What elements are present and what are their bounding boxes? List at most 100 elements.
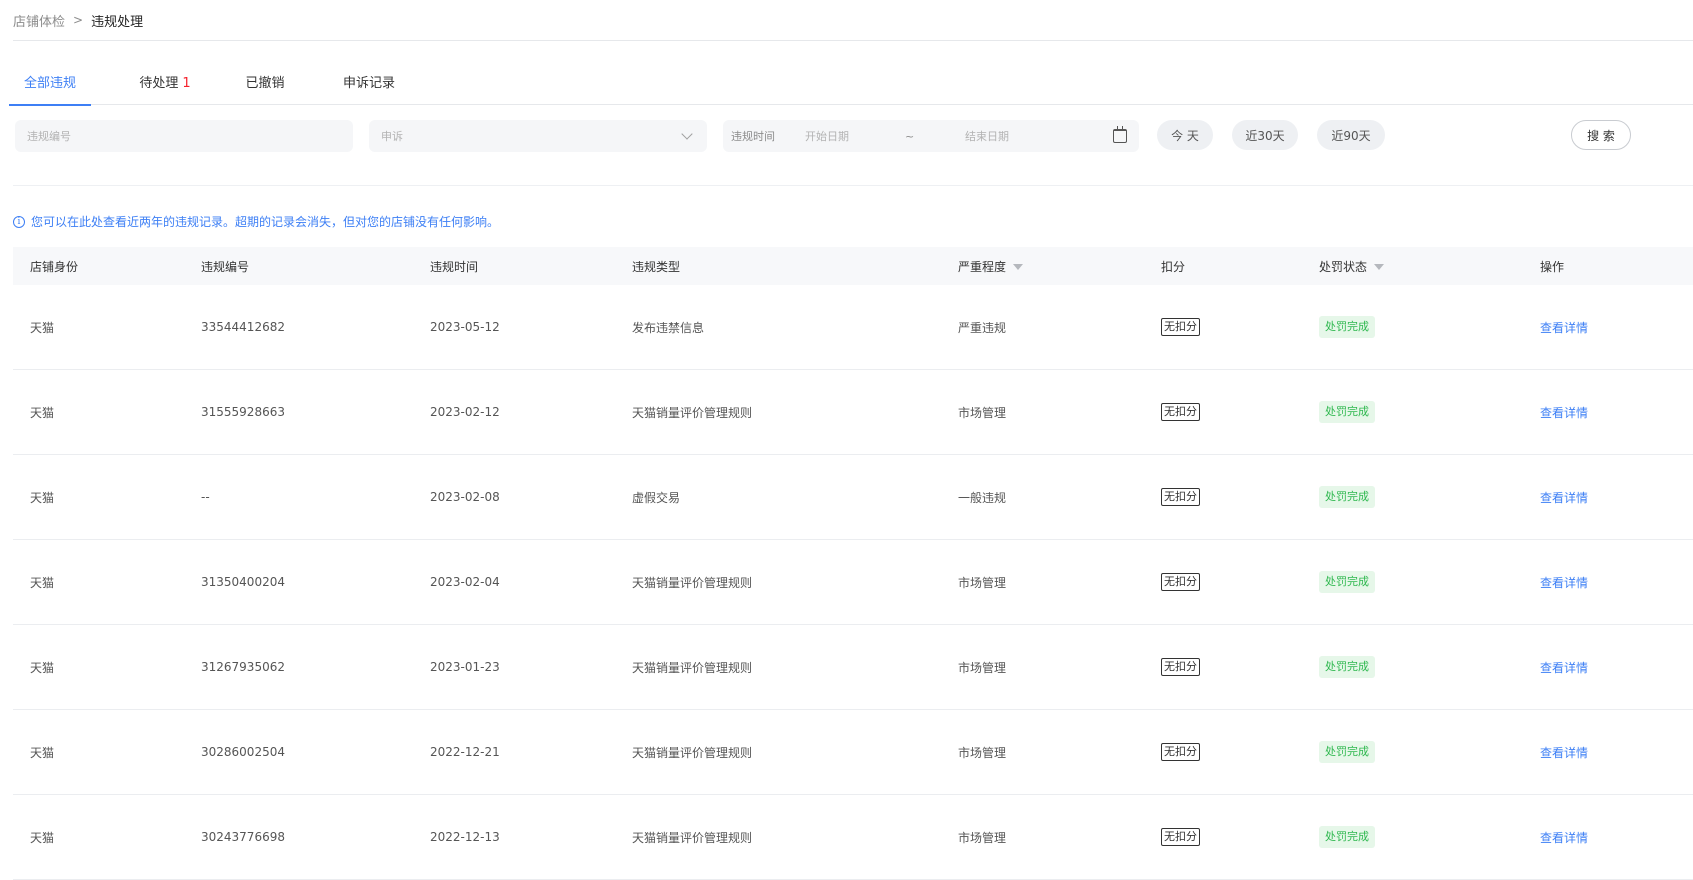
view-details-link[interactable]: 查看详情 [1540,489,1588,506]
tab-label: 待处理 [139,76,179,91]
breadcrumb: 店铺体检 > 违规处理 [13,0,1693,41]
deduct-badge: 无扣分 [1161,828,1200,846]
cell-number: 33544412682 [201,320,285,334]
date-range-separator: ~ [905,129,915,143]
column-header-type: 违规类型 [632,259,681,274]
view-details-link[interactable]: 查看详情 [1540,744,1588,761]
chevron-down-icon [681,127,693,140]
breadcrumb-parent[interactable]: 店铺体检 [13,11,65,30]
tab-label: 全部违规 [23,76,76,91]
date-range-picker[interactable]: 违规时间 开始日期 ~ 结束日期 [723,120,1139,152]
tab-label: 申诉记录 [342,76,395,91]
cell-type: 天猫销量评价管理规则 [632,660,753,675]
deduct-badge: 无扣分 [1161,403,1200,421]
cell-time: 2023-02-08 [430,490,500,504]
cell-deduct: 无扣分 [1161,370,1200,454]
tab-appeal-records[interactable]: 申诉记录 [342,65,396,104]
info-notice: i 您可以在此处查看近两年的违规记录。超期的记录会消失，但对您的店铺没有任何影响… [13,213,499,230]
filter-icon[interactable] [1374,264,1385,270]
cell-severity: 市场管理 [958,745,1007,760]
cell-status: 处罚完成 [1319,285,1375,369]
cell-action: 查看详情 [1540,625,1588,709]
table-header: 店铺身份 违规编号 违规时间 违规类型 严重程度 扣分 处罚状态 操作 [13,247,1693,285]
column-header-severity: 严重程度 [958,247,1024,285]
last-30-days-button[interactable]: 近30天 [1232,120,1298,150]
cell-time: 2023-05-12 [430,320,500,334]
status-badge: 处罚完成 [1319,316,1375,338]
cell-severity: 市场管理 [958,660,1007,675]
cell-time: 2023-02-04 [430,575,500,589]
today-button[interactable]: 今 天 [1157,120,1213,150]
cell-time: 2022-12-21 [430,745,500,759]
cell-severity: 市场管理 [958,405,1007,420]
view-details-link[interactable]: 查看详情 [1540,659,1588,676]
chevron-right-icon: > [73,13,84,27]
table-row: 天猫 31350400204 2023-02-04 天猫销量评价管理规则 市场管… [13,540,1693,625]
cell-type: 天猫销量评价管理规则 [632,830,753,845]
end-date-input[interactable]: 结束日期 [965,128,1075,144]
cell-action: 查看详情 [1540,370,1588,454]
date-range-label: 违规时间 [731,130,775,143]
severity-header-label: 严重程度 [958,259,1007,274]
cell-status: 处罚完成 [1319,540,1375,624]
tab-pending[interactable]: 待处理 1 [135,65,195,104]
cell-type: 虚假交易 [632,490,681,505]
cell-number: 30286002504 [201,745,285,759]
cell-status: 处罚完成 [1319,370,1375,454]
cell-number: 30243776698 [201,830,285,844]
cell-action: 查看详情 [1540,710,1588,794]
tab-revoked[interactable]: 已撤销 [245,65,285,104]
cell-severity: 一般违规 [958,490,1007,505]
column-header-deduct: 扣分 [1161,259,1186,274]
breadcrumb-current: 违规处理 [91,14,144,30]
table-row: 天猫 30243776698 2022-12-13 天猫销量评价管理规则 市场管… [13,795,1693,880]
calendar-icon[interactable] [1113,126,1127,143]
deduct-badge: 无扣分 [1161,658,1200,676]
deduct-badge: 无扣分 [1161,743,1200,761]
cell-deduct: 无扣分 [1161,710,1200,794]
status-badge: 处罚完成 [1319,571,1375,593]
violations-table: 店铺身份 违规编号 违规时间 违规类型 严重程度 扣分 处罚状态 操作 天猫 3… [13,247,1693,880]
filter-icon[interactable] [1013,264,1024,270]
deduct-badge: 无扣分 [1161,488,1200,506]
cell-identity: 天猫 [30,320,55,335]
view-details-link[interactable]: 查看详情 [1540,319,1588,336]
deduct-badge: 无扣分 [1161,573,1200,591]
cell-identity: 天猫 [30,405,55,420]
appeal-select-value: 申诉 [381,130,403,143]
cell-identity: 天猫 [30,490,55,505]
column-header-number: 违规编号 [201,259,250,274]
cell-status: 处罚完成 [1319,455,1375,539]
cell-action: 查看详情 [1540,540,1588,624]
cell-type: 发布违禁信息 [632,320,705,335]
view-details-link[interactable]: 查看详情 [1540,829,1588,846]
search-button[interactable]: 搜 索 [1571,120,1631,150]
view-details-link[interactable]: 查看详情 [1540,404,1588,421]
violation-number-input[interactable] [15,120,353,152]
cell-type: 天猫销量评价管理规则 [632,575,753,590]
tab-all-violations[interactable]: 全部违规 [9,65,91,106]
view-details-link[interactable]: 查看详情 [1540,574,1588,591]
cell-identity: 天猫 [30,745,55,760]
cell-identity: 天猫 [30,660,55,675]
cell-number: -- [201,490,210,504]
info-icon: i [13,215,25,228]
cell-deduct: 无扣分 [1161,455,1200,539]
cell-number: 31555928663 [201,405,285,419]
start-date-input[interactable]: 开始日期 [805,128,905,144]
cell-deduct: 无扣分 [1161,795,1200,879]
cell-action: 查看详情 [1540,285,1588,369]
appeal-select[interactable]: 申诉 [369,120,707,152]
tab-label: 已撤销 [245,76,285,91]
last-90-days-button[interactable]: 近90天 [1317,120,1385,150]
cell-action: 查看详情 [1540,795,1588,879]
cell-action: 查看详情 [1540,455,1588,539]
column-header-time: 违规时间 [430,259,479,274]
cell-type: 天猫销量评价管理规则 [632,405,753,420]
table-row: 天猫 31267935062 2023-01-23 天猫销量评价管理规则 市场管… [13,625,1693,710]
status-header-label: 处罚状态 [1319,259,1368,274]
status-badge: 处罚完成 [1319,486,1375,508]
filter-bar: 申诉 违规时间 开始日期 ~ 结束日期 今 天 近30天 近90天 搜 索 [0,119,1693,153]
cell-severity: 严重违规 [958,320,1007,335]
column-header-identity: 店铺身份 [30,259,79,274]
